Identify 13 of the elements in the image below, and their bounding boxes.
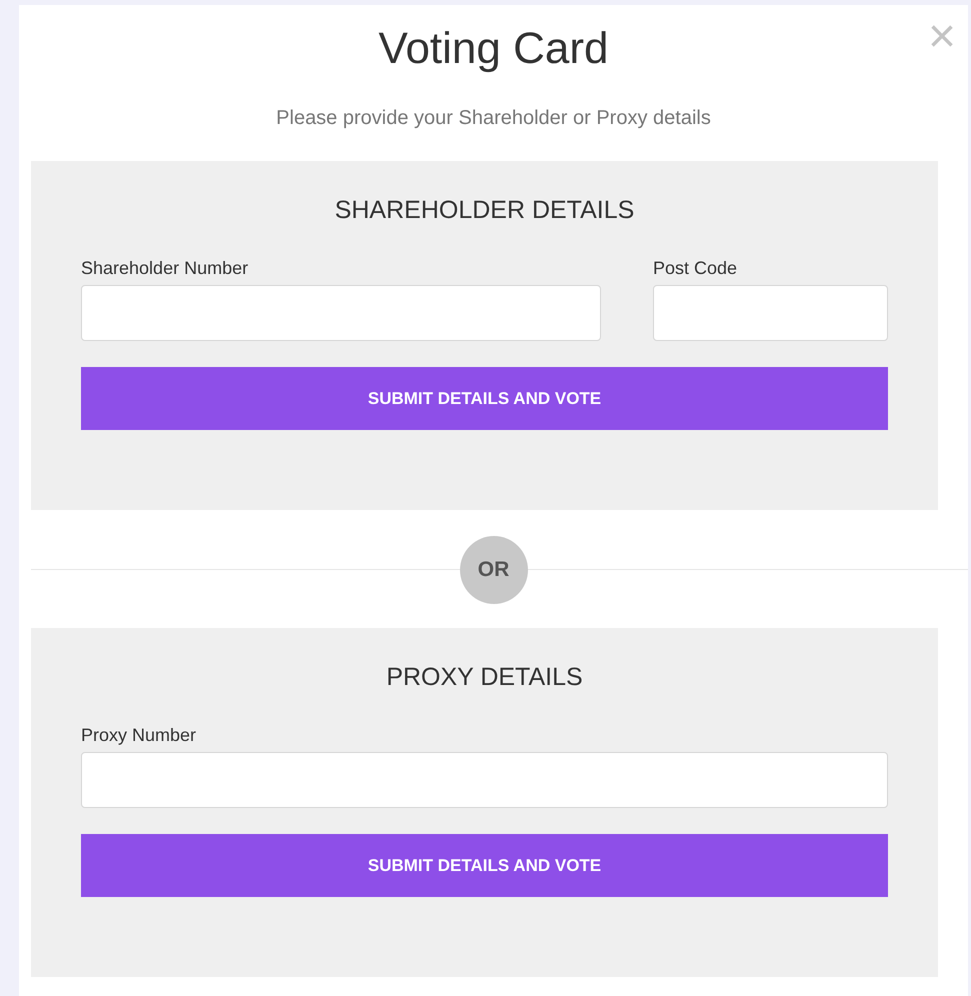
dialog-subtitle: Please provide your Shareholder or Proxy details xyxy=(276,106,711,131)
or-badge: OR xyxy=(460,536,528,604)
input-field[interactable] xyxy=(653,285,888,341)
submit-button[interactable]: SUBMIT DETAILS AND VOTE xyxy=(81,834,888,897)
submit-button[interactable]: SUBMIT DETAILS AND VOTE xyxy=(81,367,888,430)
input-field[interactable] xyxy=(81,285,601,341)
field-label: Post Code xyxy=(653,257,738,279)
field-label: Shareholder Number xyxy=(81,257,248,279)
field-label: Proxy Number xyxy=(81,724,196,746)
section-heading: PROXY DETAILS xyxy=(386,662,583,693)
input-field[interactable] xyxy=(81,752,888,808)
dialog-title: Voting Card xyxy=(378,23,608,75)
section-heading: SHAREHOLDER DETAILS xyxy=(334,195,634,226)
